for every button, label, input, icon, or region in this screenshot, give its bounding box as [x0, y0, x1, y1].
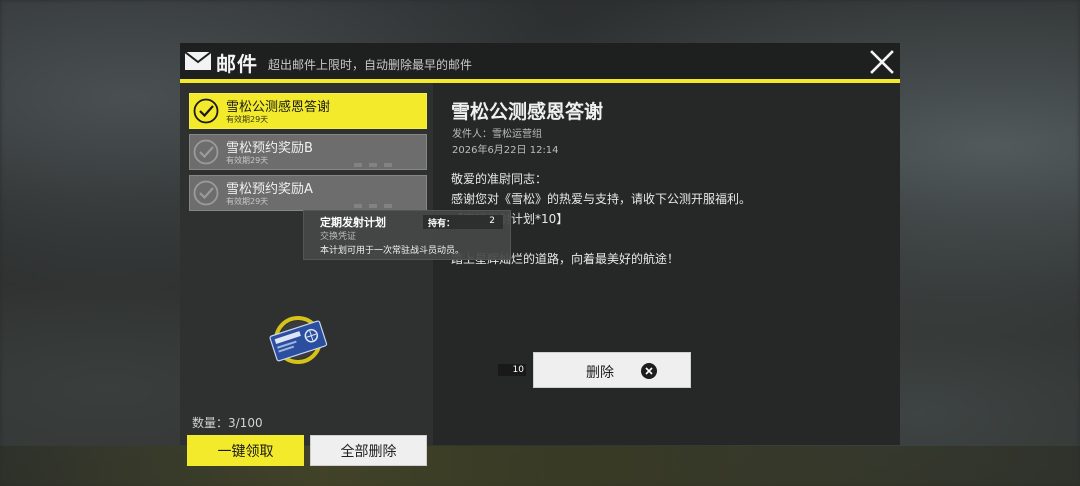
- mail-list-item[interactable]: 雪松公测感恩答谢 有效期29天: [189, 93, 427, 129]
- check-circle-icon: [193, 180, 219, 206]
- mail-item-expiry: 有效期29天: [226, 197, 269, 206]
- mail-title: 雪松公测感恩答谢: [451, 101, 604, 123]
- ticket-notch: [369, 204, 377, 208]
- close-circle-icon: [641, 363, 657, 379]
- tooltip-item-description: 本计划可用于一次常驻战斗员动员。: [320, 246, 465, 256]
- check-circle-icon: [193, 98, 219, 124]
- launch-plan-ticket-icon[interactable]: [268, 308, 328, 372]
- ticket-notch: [369, 163, 377, 167]
- delete-button[interactable]: 删除: [533, 352, 691, 388]
- check-circle-icon: [193, 139, 219, 165]
- page-subtitle: 超出邮件上限时，自动删除最早的邮件: [268, 58, 473, 72]
- mail-detail-panel: 雪松公测感恩答谢 发件人：雪松运营组 2026年6月22日 12:14 敬爱的准…: [433, 83, 900, 445]
- mail-list-panel: 雪松公测感恩答谢 有效期29天 雪松预约奖励B 有效期29天 雪松预约奖励A 有…: [180, 83, 433, 466]
- envelope-icon: [185, 52, 211, 70]
- ticket-notch: [384, 163, 392, 167]
- close-icon[interactable]: [868, 48, 896, 76]
- item-tooltip: 定期发射计划 持有： 2 交换凭证 本计划可用于一次常驻战斗员动员。: [303, 210, 511, 260]
- background-strip: [0, 446, 1080, 486]
- mail-list-item[interactable]: 雪松预约奖励B 有效期29天: [189, 134, 427, 170]
- mail-item-title: 雪松预约奖励A: [226, 182, 313, 197]
- mail-item-title: 雪松预约奖励B: [226, 141, 313, 156]
- attachment-quantity: 10: [498, 364, 526, 376]
- mail-header: 邮件 超出邮件上限时，自动删除最早的邮件: [180, 43, 900, 81]
- tooltip-item-type: 交换凭证: [320, 232, 357, 242]
- mail-sender: 发件人：雪松运营组: [452, 129, 542, 140]
- mail-body-line: 敬爱的准尉同志：: [451, 172, 548, 186]
- mail-count: 数量：3/100: [192, 416, 263, 430]
- mail-item-title: 雪松公测感恩答谢: [226, 100, 331, 115]
- page-title: 邮件: [216, 52, 258, 76]
- mail-item-expiry: 有效期29天: [226, 115, 269, 124]
- ticket-notch: [354, 204, 362, 208]
- owned-count-box: 持有： 2: [423, 215, 503, 229]
- ticket-notch: [384, 204, 392, 208]
- owned-value: 2: [489, 216, 495, 226]
- ticket-notch: [354, 163, 362, 167]
- delete-all-button[interactable]: 全部删除: [310, 435, 427, 466]
- tooltip-item-name: 定期发射计划: [320, 216, 386, 229]
- delete-button-label: 删除: [586, 365, 614, 381]
- mail-date: 2026年6月22日 12:14: [452, 145, 559, 156]
- mail-item-expiry: 有效期29天: [226, 156, 269, 165]
- claim-all-button[interactable]: 一键领取: [187, 435, 304, 466]
- mail-list-item[interactable]: 雪松预约奖励A 有效期29天: [189, 175, 427, 211]
- mail-body-line: 感谢您对《雪松》的热爱与支持，请收下公测开服福利。: [451, 192, 752, 206]
- owned-label: 持有：: [428, 219, 456, 229]
